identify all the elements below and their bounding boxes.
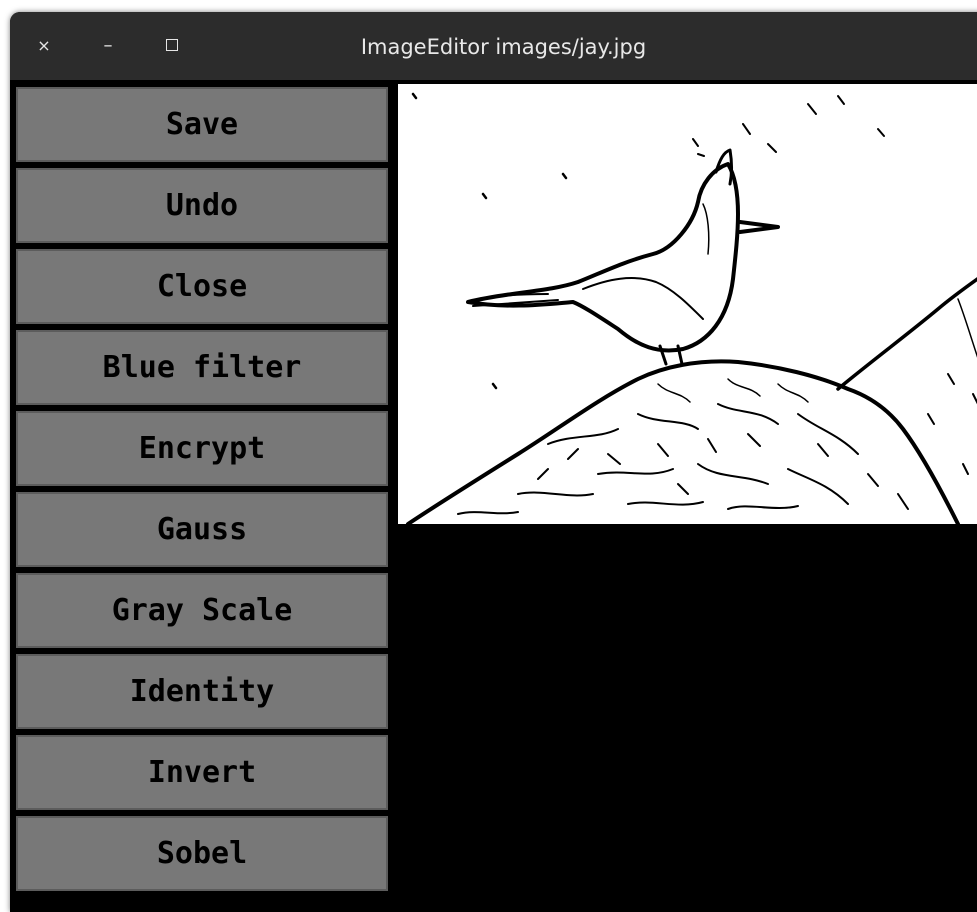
identity-button[interactable]: Identity xyxy=(16,654,388,729)
gauss-button[interactable]: Gauss xyxy=(16,492,388,567)
invert-button[interactable]: Invert xyxy=(16,735,388,810)
close-button[interactable]: Close xyxy=(16,249,388,324)
title-bar[interactable]: × – ImageEditor images/jay.jpg xyxy=(10,12,977,80)
gray-scale-button[interactable]: Gray Scale xyxy=(16,573,388,648)
undo-button[interactable]: Undo xyxy=(16,168,388,243)
window-title: ImageEditor images/jay.jpg xyxy=(360,35,647,59)
encrypt-button[interactable]: Encrypt xyxy=(16,411,388,486)
save-button[interactable]: Save xyxy=(16,87,388,162)
edge-image xyxy=(398,84,977,524)
sobel-button[interactable]: Sobel xyxy=(16,816,388,891)
blue-filter-button[interactable]: Blue filter xyxy=(16,330,388,405)
app-window: × – ImageEditor images/jay.jpg Save Undo… xyxy=(10,12,977,912)
image-canvas xyxy=(398,84,977,524)
tool-sidebar: Save Undo Close Blue filter Encrypt Gaus… xyxy=(16,87,388,897)
